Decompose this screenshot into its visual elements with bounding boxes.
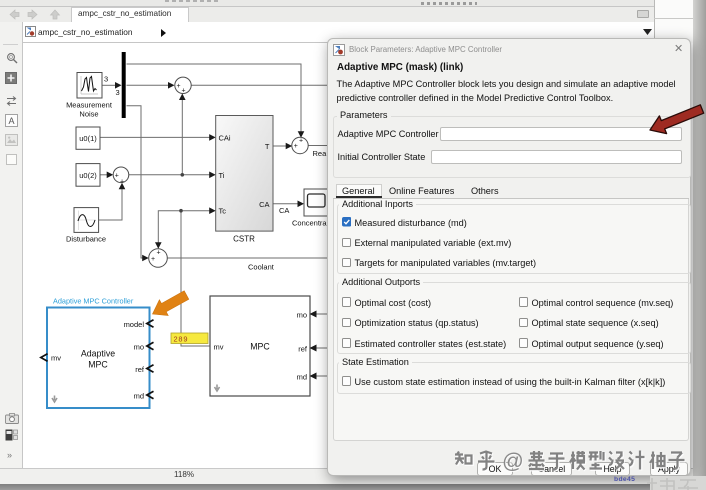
- svg-text:MPC: MPC: [88, 360, 108, 370]
- svg-text:mo: mo: [297, 311, 307, 320]
- svg-text:ref: ref: [135, 365, 145, 374]
- svg-text:+: +: [157, 250, 161, 257]
- svg-text:3: 3: [116, 88, 120, 97]
- svg-text:Disturbance: Disturbance: [66, 235, 106, 244]
- svg-text:mv: mv: [214, 343, 224, 352]
- svg-text:mo: mo: [134, 342, 144, 351]
- svg-text:@: @: [502, 449, 524, 473]
- svg-text:CSTR: CSTR: [233, 235, 255, 244]
- svg-text:CA: CA: [259, 200, 269, 209]
- svg-text:+: +: [120, 179, 124, 186]
- svg-text:289: 289: [174, 334, 189, 343]
- svg-text:+: +: [299, 138, 303, 145]
- svg-text:model: model: [124, 320, 145, 329]
- svg-text:Rea: Rea: [313, 149, 328, 158]
- svg-text:3: 3: [104, 75, 108, 84]
- svg-text:+: +: [177, 83, 181, 90]
- svg-text:u0(2): u0(2): [79, 171, 97, 180]
- svg-text:+: +: [182, 88, 186, 95]
- svg-text:CAi: CAi: [219, 134, 231, 143]
- svg-text:Coolant: Coolant: [248, 263, 275, 272]
- svg-text:u0(1): u0(1): [79, 134, 97, 143]
- svg-text:T: T: [265, 142, 270, 151]
- svg-text:Noise: Noise: [79, 110, 98, 119]
- svg-text:+: +: [294, 143, 298, 150]
- svg-text:+: +: [151, 256, 155, 263]
- svg-text:Tc: Tc: [219, 207, 227, 216]
- svg-text:mv: mv: [51, 354, 61, 363]
- svg-text:MPC: MPC: [250, 342, 270, 352]
- svg-text:Adaptive MPC Controller: Adaptive MPC Controller: [53, 297, 134, 306]
- svg-text:Ti: Ti: [219, 171, 225, 180]
- svg-text:Adaptive: Adaptive: [81, 349, 115, 359]
- svg-text:Concentra: Concentra: [292, 219, 327, 228]
- svg-text:md: md: [297, 373, 307, 382]
- svg-text:md: md: [134, 391, 144, 400]
- svg-text:CA: CA: [279, 206, 289, 215]
- svg-text:+: +: [115, 173, 119, 180]
- svg-text:ref: ref: [298, 345, 308, 354]
- svg-text:Measurement: Measurement: [66, 101, 113, 110]
